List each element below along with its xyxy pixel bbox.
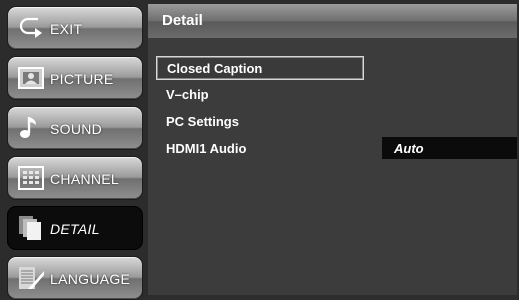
hdmi1-audio-value[interactable]: Auto: [382, 137, 517, 159]
menu-item-closed-caption[interactable]: Closed Caption: [156, 56, 364, 80]
sidebar-item-channel[interactable]: CHANNEL: [7, 156, 143, 200]
sidebar: EXIT PICTURE SOUND CHANNEL DETAIL LANGUA…: [3, 4, 143, 300]
sidebar-item-picture[interactable]: PICTURE: [7, 56, 143, 100]
menu-item-label: PC Settings: [166, 114, 239, 129]
channel-grid-icon: [18, 166, 44, 190]
sidebar-item-label: CHANNEL: [50, 171, 120, 187]
exit-return-icon: [19, 17, 42, 38]
tv-menu-screen: EXIT PICTURE SOUND CHANNEL DETAIL LANGUA…: [0, 0, 519, 300]
sidebar-item-label: PICTURE: [50, 71, 114, 87]
detail-panel: Detail Closed Caption V–chip PC Settings…: [148, 4, 517, 295]
menu-item-label: HDMI1 Audio: [166, 141, 247, 156]
language-icon: [19, 267, 44, 289]
menu-item-label: Closed Caption: [167, 61, 263, 76]
menu-item-v-chip[interactable]: V–chip: [156, 83, 362, 105]
sidebar-item-label: SOUND: [50, 121, 103, 137]
sidebar-item-sound[interactable]: SOUND: [7, 106, 143, 150]
sidebar-item-label: EXIT: [50, 21, 83, 37]
menu-item-hdmi1-audio[interactable]: HDMI1 Audio: [156, 137, 362, 159]
detail-pages-icon: [19, 216, 41, 240]
sidebar-item-language[interactable]: LANGUAGE: [7, 256, 143, 300]
sidebar-item-label: LANGUAGE: [50, 271, 131, 287]
sidebar-item-label: DETAIL: [50, 221, 100, 237]
sidebar-item-detail[interactable]: DETAIL: [7, 206, 143, 250]
panel-header: Detail: [148, 4, 517, 38]
sidebar-item-exit[interactable]: EXIT: [7, 6, 143, 50]
music-note-icon: [20, 117, 36, 138]
menu-item-label: V–chip: [166, 87, 209, 102]
picture-icon: [18, 67, 44, 89]
page-title: Detail: [162, 12, 203, 29]
menu-item-pc-settings[interactable]: PC Settings: [156, 110, 362, 132]
hdmi1-audio-value-text: Auto: [394, 141, 424, 156]
